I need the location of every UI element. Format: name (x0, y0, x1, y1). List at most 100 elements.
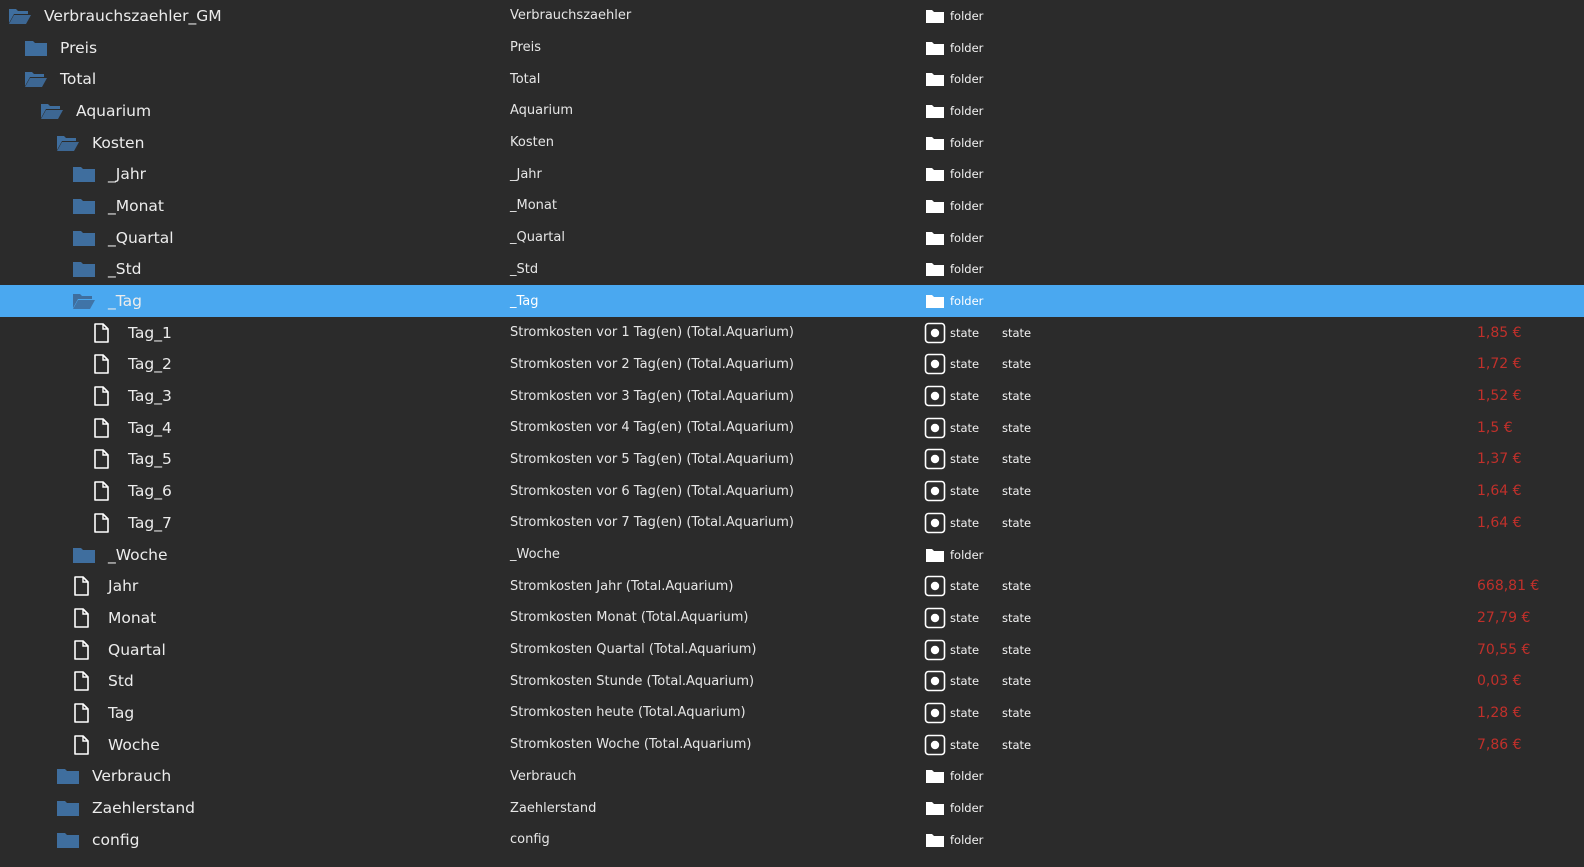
folder-icon (56, 766, 82, 786)
tree-item-value[interactable]: 0,03 € (1477, 665, 1522, 697)
tree-row[interactable]: _Jahr _Jahr folder (0, 158, 1584, 190)
tree-item-name-cell[interactable]: Total (24, 63, 96, 95)
tree-item-name-cell[interactable]: _Monat (72, 190, 164, 222)
tree-item-value[interactable]: 1,28 € (1477, 697, 1522, 729)
folder-icon (924, 37, 946, 59)
tree-item-value[interactable]: 1,37 € (1477, 444, 1522, 476)
tree-row[interactable]: Aquarium Aquarium folder (0, 95, 1584, 127)
tree-row[interactable]: _Quartal _Quartal folder (0, 222, 1584, 254)
folder-open-icon (8, 6, 34, 26)
tree-item-value[interactable]: 1,64 € (1477, 507, 1522, 539)
tree-row[interactable]: Tag_2 Stromkosten vor 2 Tag(en) (Total.Aq… (0, 349, 1584, 381)
tree-item-type: folder (924, 761, 983, 793)
tree-row[interactable]: Jahr Stromkosten Jahr (Total.Aquarium) sta… (0, 570, 1584, 602)
tree-item-label: Tag_1 (128, 323, 172, 342)
tree-item-type: folder (924, 824, 983, 856)
tree-row[interactable]: config config folder (0, 824, 1584, 856)
tree-item-value[interactable]: 1,5 € (1477, 412, 1513, 444)
tree-item-name-cell[interactable]: Woche (72, 729, 160, 761)
folder-icon (72, 228, 98, 248)
tree-row[interactable]: Tag_3 Stromkosten vor 3 Tag(en) (Total.Aq… (0, 380, 1584, 412)
tree-item-description: Stromkosten Woche (Total.Aquarium) (510, 737, 752, 753)
tree-item-name-cell[interactable]: Aquarium (40, 95, 151, 127)
tree-item-type-label: state (950, 610, 980, 625)
tree-item-name-cell[interactable]: Zaehlerstand (56, 792, 195, 824)
tree-item-type-label: folder (950, 230, 984, 245)
tree-item-type-label: state (950, 579, 980, 594)
tree-item-value[interactable]: 70,55 € (1477, 634, 1530, 666)
tree-item-value[interactable]: 1,72 € (1477, 349, 1522, 381)
tree-item-value[interactable]: 1,64 € (1477, 475, 1522, 507)
tree-item-type: state (924, 349, 979, 381)
tree-item-name-cell[interactable]: Tag_6 (92, 475, 172, 507)
tree-row[interactable]: Tag_7 Stromkosten vor 7 Tag(en) (Total.Aq… (0, 507, 1584, 539)
tree-item-value[interactable]: 1,52 € (1477, 380, 1522, 412)
tree-item-description: _Monat (510, 198, 557, 214)
tree-item-label: Std (108, 672, 134, 691)
tree-item-name-cell[interactable]: _Jahr (72, 158, 146, 190)
tree-item-value[interactable]: 668,81 € (1477, 570, 1539, 602)
tree-row[interactable]: Std Stromkosten Stunde (Total.Aquarium) st… (0, 665, 1584, 697)
tree-item-name-cell[interactable]: Quartal (72, 634, 166, 666)
tree-item-description: Kosten (510, 135, 554, 151)
tree-row[interactable]: Tag_5 Stromkosten vor 5 Tag(en) (Total.Aq… (0, 444, 1584, 476)
tree-row[interactable]: _Monat _Monat folder (0, 190, 1584, 222)
tree-row[interactable]: _Std _Std folder (0, 254, 1584, 286)
tree-item-description: Verbrauch (510, 768, 577, 784)
tree-item-name-cell[interactable]: Preis (24, 32, 97, 64)
tree-item-name-cell[interactable]: Tag_4 (92, 412, 172, 444)
tree-row[interactable]: Tag Stromkosten heute (Total.Aquarium) sta… (0, 697, 1584, 729)
tree-item-name-cell[interactable]: _Quartal (72, 222, 174, 254)
tree-item-description: Total (510, 71, 541, 87)
tree-item-value[interactable]: 7,86 € (1477, 729, 1522, 761)
tree-item-value[interactable]: 1,85 € (1477, 317, 1522, 349)
state-icon (924, 670, 946, 692)
tree-row[interactable]: Kosten Kosten folder (0, 127, 1584, 159)
tree-item-name-cell[interactable]: Std (72, 665, 134, 697)
tree-item-type-label: state (950, 420, 980, 435)
state-icon (924, 512, 946, 534)
tree-item-name-cell[interactable]: Tag_2 (92, 349, 172, 381)
tree-item-name-cell[interactable]: Tag_1 (92, 317, 172, 349)
tree-item-name-cell[interactable]: Tag_5 (92, 444, 172, 476)
tree-item-name-cell[interactable]: Verbrauch (56, 761, 171, 793)
tree-item-description: Stromkosten vor 2 Tag(en) (Total.Aquariu… (510, 356, 794, 372)
tree-item-label: Tag (108, 703, 135, 722)
tree-item-name-cell[interactable]: _Woche (72, 539, 168, 571)
tree-item-name-cell[interactable]: Tag_3 (92, 380, 172, 412)
tree-item-name-cell[interactable]: _Std (72, 254, 142, 286)
tree-row[interactable]: Preis Preis folder (0, 32, 1584, 64)
tree-item-name-cell[interactable]: config (56, 824, 139, 856)
tree-item-label: _Quartal (108, 228, 174, 247)
tree-row[interactable]: Tag_4 Stromkosten vor 4 Tag(en) (Total.Aq… (0, 412, 1584, 444)
tree-item-name-cell[interactable]: Jahr (72, 570, 138, 602)
tree-item-type-label: folder (950, 103, 984, 118)
tree-item-type: folder (924, 285, 983, 317)
tree-item-name-cell[interactable]: Kosten (56, 127, 144, 159)
tree-row[interactable]: Total Total folder (0, 63, 1584, 95)
tree-row[interactable]: Verbrauch Verbrauch folder (0, 761, 1584, 793)
tree-item-name-cell[interactable]: Tag (72, 697, 134, 729)
tree-item-name-cell[interactable]: Tag_7 (92, 507, 172, 539)
tree-row[interactable]: Quartal Stromkosten Quartal (Total.Aquari… (0, 634, 1584, 666)
tree-row[interactable]: Monat Stromkosten Monat (Total.Aquarium) s… (0, 602, 1584, 634)
state-icon (924, 575, 946, 597)
file-icon (72, 671, 98, 692)
tree-item-label: Verbrauch (92, 767, 172, 786)
tree-item-description: _Tag (510, 293, 539, 309)
tree-row[interactable]: Tag_6 Stromkosten vor 6 Tag(en) (Total.Aq… (0, 475, 1584, 507)
tree-row[interactable]: Verbrauchszaehler_GM Verbrauchszaehler fol… (0, 0, 1584, 32)
tree-item-value[interactable]: 27,79 € (1477, 602, 1530, 634)
tree-item-label: Kosten (92, 133, 145, 152)
tree-item-role: state (1002, 642, 1032, 657)
tree-item-type-label: state (950, 642, 980, 657)
tree-row[interactable]: _Woche _Woche folder (0, 539, 1584, 571)
tree-item-name-cell[interactable]: Monat (72, 602, 156, 634)
tree-row[interactable]: Woche Stromkosten Woche (Total.Aquarium) s… (0, 729, 1584, 761)
tree-row[interactable]: _Tag _Tag folder (0, 285, 1584, 317)
tree-item-name-cell[interactable]: Verbrauchszaehler_GM (8, 0, 222, 32)
tree-row[interactable]: Tag_1 Stromkosten vor 1 Tag(en) (Total.Aq… (0, 317, 1584, 349)
tree-item-type-label: folder (950, 832, 984, 847)
tree-item-name-cell[interactable]: _Tag (72, 285, 142, 317)
tree-row[interactable]: Zaehlerstand Zaehlerstand folder (0, 792, 1584, 824)
